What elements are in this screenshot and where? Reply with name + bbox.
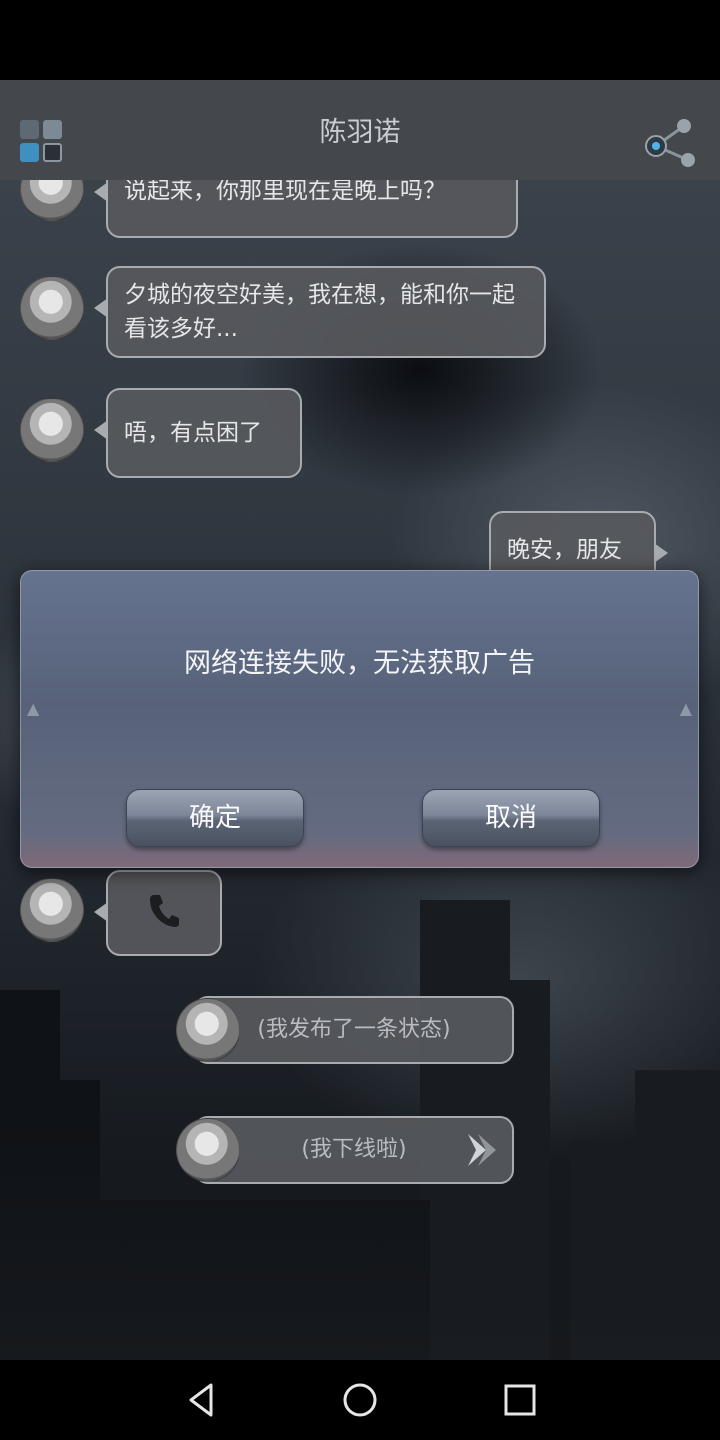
back-triangle-icon[interactable] xyxy=(181,1380,221,1420)
home-circle-icon[interactable] xyxy=(340,1380,380,1420)
message-text: 夕城的夜空好美，我在想，能和你一起看该多好... xyxy=(124,282,515,342)
title-bar: 陈羽诺 xyxy=(0,80,720,180)
contact-avatar[interactable] xyxy=(20,398,84,462)
contact-avatar[interactable] xyxy=(20,878,84,942)
phone-icon xyxy=(150,895,179,927)
message-bubble[interactable]: 夕城的夜空好美，我在想，能和你一起看该多好... xyxy=(94,266,546,358)
network-error-dialog: ▲ ▲ 网络连接失败，无法获取广告 确定 取消 xyxy=(20,570,699,868)
chat-title: 陈羽诺 xyxy=(319,117,401,148)
message-bubble[interactable]: 唔，有点困了 xyxy=(94,388,302,478)
offline-status-pill[interactable]: (我下线啦) xyxy=(194,1116,514,1184)
message-text: 晚安，朋友 xyxy=(507,537,622,563)
status-post-pill[interactable]: (我发布了一条状态) xyxy=(194,996,514,1064)
status-avatar xyxy=(176,998,240,1062)
status-avatar xyxy=(176,1118,240,1182)
message-bubble[interactable]: 说起来，你那里现在是晚上吗？ xyxy=(94,180,518,238)
contact-avatar[interactable] xyxy=(20,180,84,221)
call-bubble[interactable] xyxy=(94,870,222,956)
status-post-text: (我发布了一条状态) xyxy=(257,1017,451,1042)
message-text: 唔，有点困了 xyxy=(124,420,262,446)
dialog-message: 网络连接失败，无法获取广告 xyxy=(184,648,535,679)
right-arrow-icon: ▲ xyxy=(679,699,692,718)
system-nav-bar xyxy=(0,1360,720,1440)
cancel-button[interactable]: 取消 xyxy=(422,789,600,847)
confirm-button[interactable]: 确定 xyxy=(126,789,304,847)
left-arrow-icon: ▲ xyxy=(27,699,40,718)
recents-square-icon[interactable] xyxy=(500,1380,540,1420)
share-icon[interactable] xyxy=(642,116,702,172)
contact-avatar[interactable] xyxy=(20,276,84,340)
message-text: 说起来，你那里现在是晚上吗？ xyxy=(124,180,446,204)
offline-status-text: (我下线啦) xyxy=(301,1137,407,1162)
forward-arrow-icon xyxy=(468,1134,496,1166)
app-screen: 陈羽诺 说起来，你那里现在是晚上吗？ 夕城的夜空好美，我在想，能和你一起看该多好… xyxy=(0,80,720,1360)
status-bar xyxy=(0,0,720,80)
